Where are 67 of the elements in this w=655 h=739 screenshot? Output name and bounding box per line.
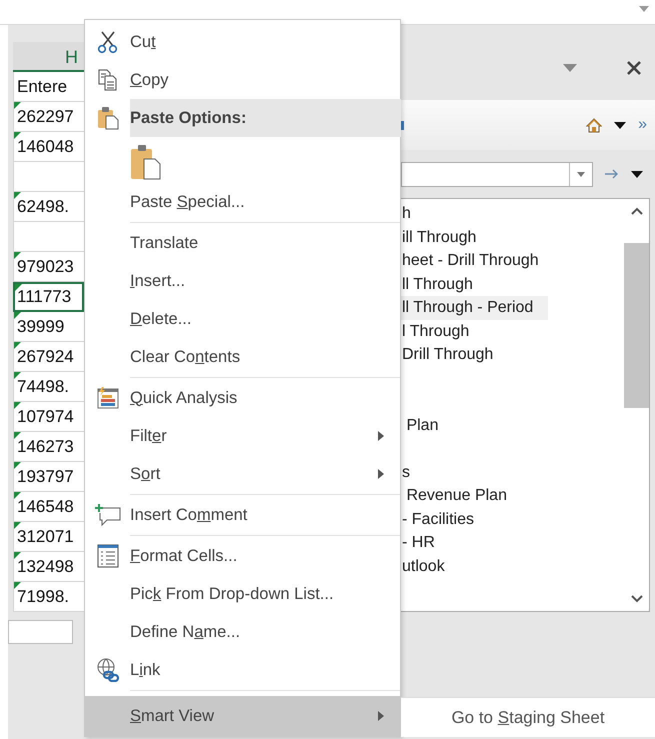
menu-item[interactable]: Paste Special... — [85, 183, 400, 221]
input-field[interactable] — [8, 620, 73, 644]
table-cell: 71998. — [13, 582, 84, 612]
table-cell: 146548 — [13, 492, 84, 522]
table-cell: 111773 — [13, 282, 84, 312]
list-item[interactable]: ill Through — [401, 226, 624, 249]
arrow-icon[interactable] — [605, 169, 619, 179]
menu-item[interactable]: Define Name... — [85, 613, 400, 651]
menu-item[interactable]: Copy — [85, 61, 400, 99]
close-icon[interactable] — [627, 60, 641, 74]
list-item[interactable]: Revenue Plan — [401, 484, 624, 508]
home-icon[interactable] — [586, 118, 602, 132]
table-cell: 39999 — [13, 312, 84, 342]
list-item[interactable]: ll Through — [401, 272, 624, 296]
menu-item[interactable]: Format Cells... — [85, 537, 400, 575]
table-cell: 267924 — [13, 342, 84, 372]
dropdown-icon[interactable] — [614, 122, 626, 128]
list-item[interactable]: Drill Through — [401, 343, 624, 366]
table-cell: 312071 — [13, 522, 84, 552]
menu-item[interactable]: Pick From Drop-down List... — [85, 575, 400, 613]
caret-icon[interactable] — [639, 6, 649, 12]
menu-item[interactable]: Link — [85, 651, 400, 689]
table-cell: 262297 — [13, 102, 84, 132]
comment-icon — [94, 503, 120, 527]
list-item[interactable]: - HR — [401, 531, 624, 554]
list-item[interactable]: ll Through - Period — [401, 296, 548, 320]
format-icon — [96, 544, 118, 568]
menu-item[interactable]: Clear Contents — [85, 338, 400, 376]
table-cell: 146273 — [13, 432, 84, 462]
menu-item[interactable]: Quick Analysis — [85, 379, 400, 417]
copy-icon — [98, 69, 118, 91]
list-item[interactable]: utlook — [401, 554, 624, 578]
scroll-up-icon[interactable] — [630, 207, 642, 215]
menu-item[interactable]: Insert... — [85, 262, 400, 300]
toolbar-icon[interactable] — [401, 120, 404, 130]
table-cell: Entere — [13, 72, 84, 102]
table-cell: 146048 — [13, 132, 84, 162]
menu-item[interactable]: Cut — [85, 23, 400, 61]
table-cell: 74498. — [13, 372, 84, 402]
more-button[interactable]: » — [638, 116, 647, 134]
menu-item[interactable]: Go to Staging Sheet — [441, 704, 615, 732]
column-header[interactable]: H — [13, 42, 84, 72]
dropdown-icon[interactable] — [631, 170, 643, 178]
list-item[interactable]: s — [401, 460, 624, 484]
menu-item[interactable]: Insert Comment — [85, 496, 400, 534]
list-item[interactable]: - Facilities — [401, 508, 624, 531]
menu-item[interactable]: Delete... — [85, 300, 400, 338]
list-item[interactable]: l Through — [401, 320, 624, 343]
cut-icon — [96, 30, 118, 54]
scroll-down-icon[interactable] — [630, 595, 642, 603]
menu-item[interactable]: Filter — [85, 417, 400, 455]
paste-button[interactable] — [130, 144, 162, 180]
link-icon — [96, 658, 120, 682]
table-cell: 979023 — [13, 252, 84, 282]
quick-analysis-icon — [96, 386, 120, 410]
paste-icon — [96, 106, 118, 130]
section-header: Paste Options: — [130, 99, 401, 137]
menu-item[interactable]: Translate — [85, 224, 400, 262]
table-cell: 132498 — [13, 552, 84, 582]
list-item[interactable]: h — [401, 202, 624, 226]
table-cell: 62498. — [13, 192, 84, 222]
table-cell: 107974 — [13, 402, 84, 432]
list-item[interactable]: heet - Drill Through — [401, 249, 624, 272]
list-item[interactable]: Plan — [401, 414, 624, 437]
menu-item[interactable]: Smart View — [85, 696, 400, 736]
menu-item[interactable]: Sort — [85, 455, 400, 493]
table-cell: 193797 — [13, 462, 84, 492]
